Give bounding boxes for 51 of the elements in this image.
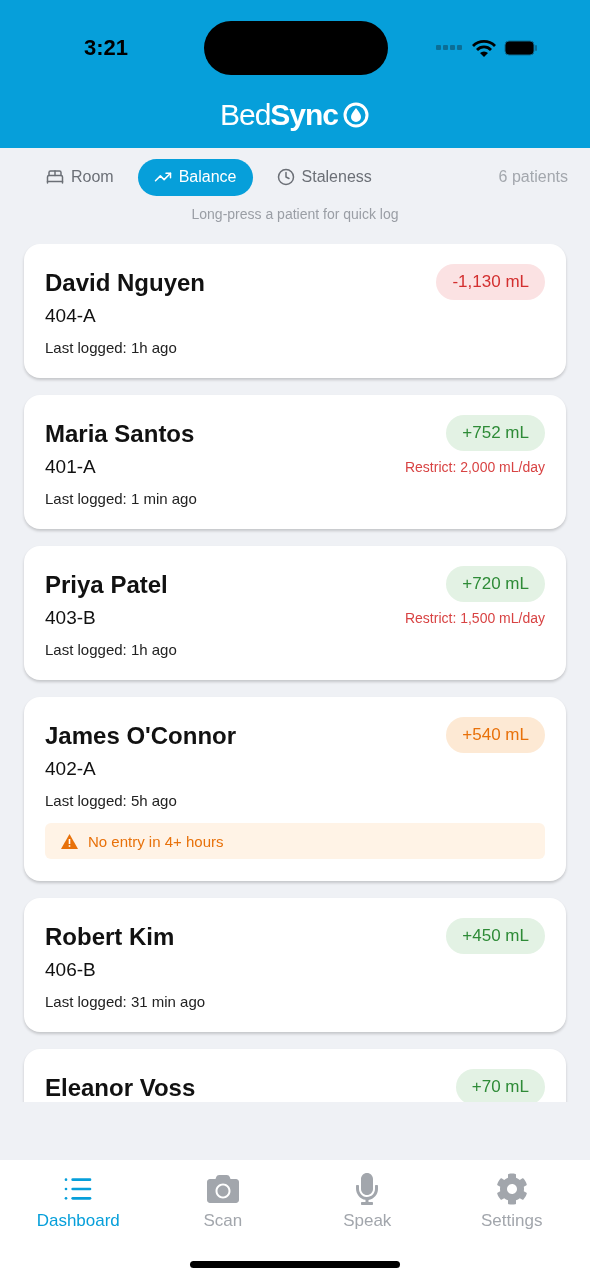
last-logged: Last logged: 31 min ago — [45, 993, 206, 1010]
room-number: 404-A — [45, 305, 97, 327]
balance-badge: +752 mL — [446, 415, 545, 451]
patient-name: David Nguyen — [45, 269, 206, 297]
drop-icon — [342, 100, 371, 129]
hint-text: Long-press a patient for quick log — [191, 206, 399, 222]
app-logo: BedSync — [219, 97, 339, 132]
balance-badge: -1,130 mL — [436, 264, 545, 300]
settings-icon — [495, 1173, 528, 1205]
clock-icon — [276, 168, 295, 186]
wifi-icon — [472, 38, 496, 57]
patient-name: Eleanor Voss — [45, 1074, 196, 1102]
alert-text: No entry in 4+ hours — [88, 832, 224, 850]
last-logged: Last logged: 1h ago — [45, 641, 177, 658]
patient-name: Maria Santos — [45, 420, 196, 448]
room-number: 401-A — [45, 456, 97, 478]
patient-card[interactable]: Robert Kim 406-B Last logged: 31 min ago +450 mL — [24, 898, 566, 1032]
last-logged: Last logged: 5h ago — [45, 792, 178, 809]
room-number: 402-A — [45, 758, 97, 780]
patient-count: 6 patients — [498, 168, 568, 186]
patient-name: Robert Kim — [45, 923, 176, 951]
patient-name: Priya Patel — [45, 571, 169, 599]
patient-card[interactable]: Eleanor Voss +70 mL — [24, 1049, 566, 1102]
restriction-text: Restrict: 1,500 mL/day — [404, 610, 545, 626]
last-logged: Last logged: 1 min ago — [45, 490, 197, 507]
patient-card[interactable]: James O'Connor 402-A Last logged: 5h ago +540 mL No entry in 4+ hours — [24, 697, 566, 881]
status-time: 3:21 — [84, 34, 130, 61]
patient-name: James O'Connor — [45, 722, 237, 750]
nav-tab[interactable]: Scan — [157, 1172, 288, 1232]
patient-card[interactable]: Maria Santos 401-A Last logged: 1 min ago +752 mL Restrict: 2,000 mL/day — [24, 395, 566, 529]
patient-card[interactable]: David Nguyen 404-A Last logged: 1h ago -1,130 mL — [24, 244, 566, 378]
room-number: 406-B — [45, 959, 97, 981]
warning-icon — [61, 833, 78, 849]
balance-badge: +540 mL — [446, 717, 545, 753]
balance-badge: +720 mL — [446, 566, 545, 602]
sort-tab[interactable]: Room — [30, 158, 130, 196]
signal-icon — [436, 45, 464, 50]
sort-tab[interactable]: Balance — [137, 158, 253, 196]
camera-icon — [206, 1173, 239, 1205]
balance-badge: +450 mL — [446, 918, 545, 954]
battery-icon — [504, 39, 538, 56]
restriction-text: Restrict: 2,000 mL/day — [404, 459, 545, 475]
nav-tab[interactable]: Speak — [302, 1172, 433, 1232]
nav-tab[interactable]: Dashboard — [13, 1172, 144, 1232]
bed-icon — [46, 168, 64, 186]
nav-tab[interactable]: Settings — [446, 1172, 577, 1232]
patient-card[interactable]: Priya Patel 403-B Last logged: 1h ago +720 mL Restrict: 1,500 mL/day — [24, 546, 566, 680]
last-logged: Last logged: 1h ago — [45, 339, 178, 356]
room-number: 403-B — [45, 607, 97, 629]
balance-badge: +70 mL — [455, 1069, 545, 1102]
sort-tab[interactable]: Staleness — [260, 158, 388, 196]
